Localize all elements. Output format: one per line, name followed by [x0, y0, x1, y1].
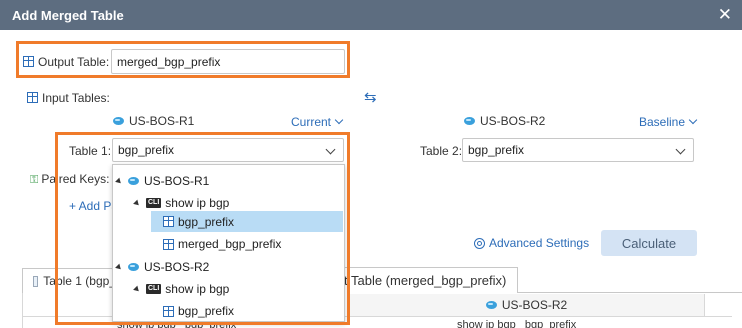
dialog-title: Add Merged Table: [12, 8, 124, 23]
table2-select[interactable]: bgp_prefix: [462, 138, 694, 162]
tab-output-table[interactable]: t Table (merged_bgp_prefix): [343, 267, 518, 293]
checkbox[interactable]: [33, 275, 39, 287]
chevron-down-icon: [675, 144, 686, 155]
key-icon: ⚿: [30, 174, 39, 186]
grid-row-right: show ip bgp bgp_prefix: [457, 319, 577, 328]
calculate-button[interactable]: Calculate: [601, 230, 697, 256]
swap-icon[interactable]: ⇆: [364, 88, 377, 106]
advanced-settings-link[interactable]: Advanced Settings: [474, 236, 589, 250]
close-icon[interactable]: ✕: [718, 5, 732, 25]
input-tables-label: Input Tables:: [42, 91, 110, 105]
right-mode-label: Baseline: [639, 115, 686, 129]
table-icon: [27, 92, 38, 103]
chevron-down-icon: [334, 115, 344, 125]
advanced-settings-label: Advanced Settings: [489, 236, 590, 250]
left-device-name: US-BOS-R1: [129, 114, 195, 128]
table2-value: bgp_prefix: [468, 143, 525, 157]
output-table-label-wrap: Output Table:: [23, 55, 109, 69]
tab-output-label: t Table (merged_bgp_prefix): [344, 273, 507, 288]
table2-label: Table 2:: [420, 144, 463, 158]
right-device: US-BOS-R2: [464, 114, 545, 128]
output-table-input[interactable]: merged_bgp_prefix: [111, 49, 345, 74]
dialog-titlebar: Add Merged Table ✕: [0, 0, 742, 30]
output-table-value: merged_bgp_prefix: [117, 54, 221, 69]
gear-icon: [474, 238, 485, 249]
right-mode-dropdown[interactable]: Baseline: [639, 115, 698, 129]
input-tables-label-wrap: Input Tables:: [27, 91, 110, 105]
output-table-label: Output Table:: [38, 55, 110, 69]
left-device: US-BOS-R1: [113, 114, 194, 128]
left-mode-label: Current: [291, 115, 332, 129]
right-device-name: US-BOS-R2: [480, 114, 546, 128]
router-icon: [464, 117, 475, 125]
router-icon: [113, 117, 124, 125]
table-icon: [23, 56, 34, 67]
left-mode-dropdown[interactable]: Current: [291, 115, 344, 129]
chevron-down-icon: [688, 115, 698, 125]
grid-header: US-BOS-R2: [348, 294, 705, 316]
router-icon: [485, 301, 497, 309]
grid-header-device: US-BOS-R2: [501, 298, 568, 312]
table-select-highlight: [55, 132, 350, 325]
